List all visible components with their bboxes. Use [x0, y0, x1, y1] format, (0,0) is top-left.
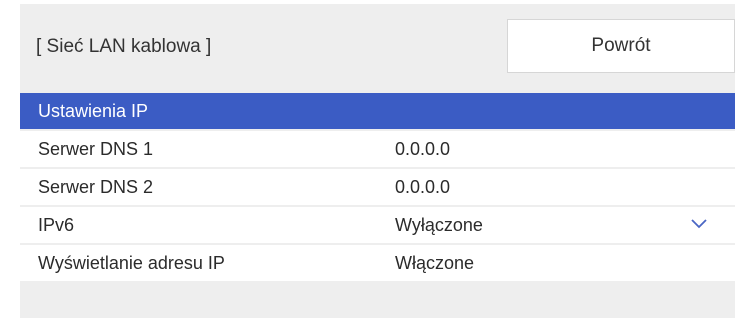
menu-item-label: Serwer DNS 1	[38, 139, 154, 159]
menu-item-dns-server-2[interactable]: Serwer DNS 2 0.0.0.0	[20, 169, 735, 205]
menu-item-value: 0.0.0.0	[395, 139, 451, 159]
menu-item-ip-settings[interactable]: Ustawienia IP	[20, 93, 735, 129]
settings-menu: Ustawienia IP Serwer DNS 1 0.0.0.0 Serwe…	[20, 93, 735, 283]
menu-item-value: 0.0.0.0	[395, 177, 451, 197]
menu-item-value: Wyłączone	[395, 215, 483, 235]
menu-item-ip-address-display[interactable]: Wyświetlanie adresu IP Włączone	[20, 245, 735, 281]
page-title: [ Sieć LAN kablowa ]	[36, 36, 212, 57]
menu-item-ipv6[interactable]: IPv6 Wyłączone	[20, 207, 735, 243]
chevron-down-icon[interactable]	[690, 217, 708, 231]
menu-item-label: IPv6	[38, 215, 75, 235]
menu-item-label: Ustawienia IP	[38, 101, 149, 121]
menu-item-label: Wyświetlanie adresu IP	[38, 253, 225, 273]
wired-lan-panel: [ Sieć LAN kablowa ] Powrót Ustawienia I…	[20, 4, 735, 318]
back-button[interactable]: Powrót	[507, 19, 735, 73]
menu-item-label: Serwer DNS 2	[38, 177, 154, 197]
menu-item-dns-server-1[interactable]: Serwer DNS 1 0.0.0.0	[20, 131, 735, 167]
menu-item-value: Włączone	[395, 253, 475, 273]
panel-header: [ Sieć LAN kablowa ] Powrót	[20, 4, 735, 88]
